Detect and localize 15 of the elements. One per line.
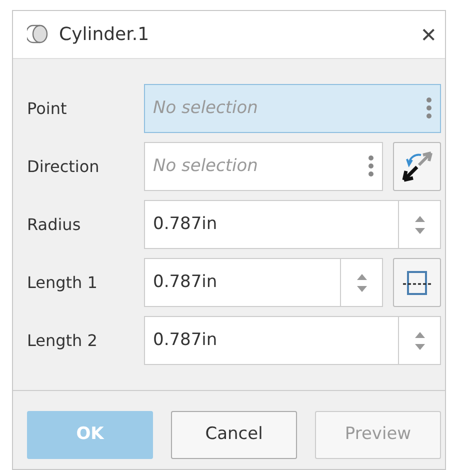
field-label: Point [27,98,68,120]
more-icon[interactable] [368,154,374,180]
field-label: Length 1 [27,272,98,294]
window-title: Cylinder.1 [59,23,150,47]
number-field[interactable]: 0.787in [144,200,441,249]
dialog-button[interactable]: Cancel [171,411,297,459]
number-field[interactable]: 0.787in [144,316,441,365]
field-label: Length 2 [27,330,98,352]
more-icon[interactable] [426,96,432,122]
field-label: Direction [27,156,100,178]
number-field[interactable]: 0.787in [144,258,383,307]
symmetry-button[interactable] [393,258,441,307]
field-label: Radius [27,214,82,236]
close-button[interactable]: ✕ [420,20,437,50]
reverse-direction-button[interactable] [393,142,441,191]
